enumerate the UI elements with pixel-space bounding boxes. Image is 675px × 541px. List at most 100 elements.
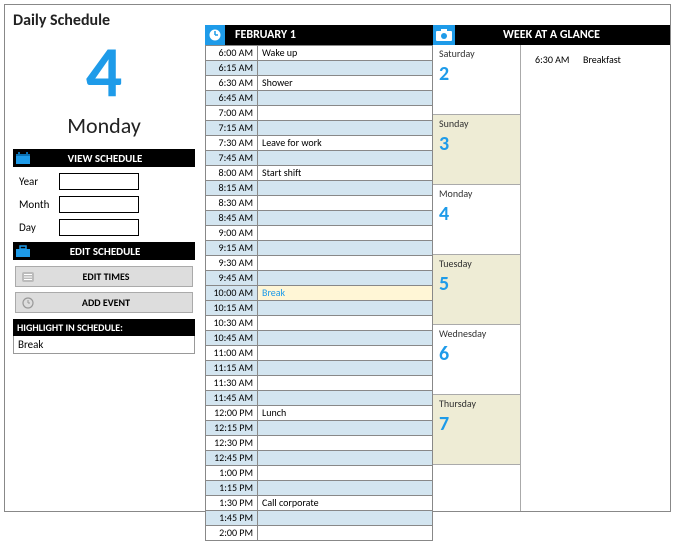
week-days-column: Saturday2Sunday3Monday4 Tuesday 5 Wednesday… <box>433 45 521 511</box>
week-day[interactable]: Tuesday 5 <box>433 255 520 325</box>
schedule-row[interactable]: 1:30 PMCall corporate <box>206 496 433 511</box>
schedule-event <box>258 481 433 496</box>
toolbox-icon <box>15 244 31 258</box>
camera-icon <box>433 25 455 45</box>
week-events-column: 6:30 AM Breakfast <box>521 45 670 511</box>
highlight-value[interactable]: Break <box>13 336 195 354</box>
schedule-row[interactable]: 1:45 PM <box>206 511 433 526</box>
schedule-row[interactable]: 7:00 AM <box>206 106 433 121</box>
schedule-event <box>258 421 433 436</box>
schedule-time: 9:30 AM <box>206 256 258 271</box>
week-glance-header: WEEK AT A GLANCE <box>433 25 670 45</box>
edit-times-button[interactable]: EDIT TIMES <box>15 266 193 287</box>
schedule-event <box>258 211 433 226</box>
week-day-number: 4 <box>439 202 514 226</box>
day-row: Day <box>19 219 195 236</box>
schedule-time: 7:15 AM <box>206 121 258 136</box>
schedule-row[interactable]: 6:15 AM <box>206 61 433 76</box>
schedule-time: 1:00 PM <box>206 466 258 481</box>
week-day-name: Saturday <box>439 47 514 60</box>
day-label: Day <box>19 221 59 234</box>
schedule-row[interactable]: 11:30 AM <box>206 376 433 391</box>
schedule-time: 6:15 AM <box>206 61 258 76</box>
schedule-event <box>258 91 433 106</box>
edit-schedule-header: EDIT SCHEDULE <box>13 242 195 260</box>
schedule-time: 11:30 AM <box>206 376 258 391</box>
schedule-time: 8:45 AM <box>206 211 258 226</box>
schedule-event <box>258 346 433 361</box>
schedule-row[interactable]: 12:15 PM <box>206 421 433 436</box>
schedule-event <box>258 451 433 466</box>
schedule-row[interactable]: 9:30 AM <box>206 256 433 271</box>
schedule-time: 11:00 AM <box>206 346 258 361</box>
schedule-row[interactable]: 9:15 AM <box>206 241 433 256</box>
schedule-event <box>258 391 433 406</box>
week-event-label: Breakfast <box>583 53 621 66</box>
day-input[interactable] <box>59 219 139 236</box>
schedule-row[interactable]: 7:15 AM <box>206 121 433 136</box>
schedule-event: Leave for work <box>258 136 433 151</box>
schedule-time: 9:15 AM <box>206 241 258 256</box>
schedule-row[interactable]: 12:00 PMLunch <box>206 406 433 421</box>
schedule-event <box>258 511 433 526</box>
schedule-row[interactable]: 9:00 AM <box>206 226 433 241</box>
schedule-row[interactable]: 10:30 AM <box>206 316 433 331</box>
year-input[interactable] <box>59 173 139 190</box>
schedule-row[interactable]: 10:00 AMBreak <box>206 286 433 301</box>
schedule-event: Shower <box>258 76 433 91</box>
schedule-row[interactable]: 2:00 PM <box>206 526 433 541</box>
schedule-row[interactable]: 12:30 PM <box>206 436 433 451</box>
week-day-number: 5 <box>439 272 514 296</box>
schedule-time: 1:15 PM <box>206 481 258 496</box>
schedule-time: 8:15 AM <box>206 181 258 196</box>
month-row: Month <box>19 196 195 213</box>
week-day-name: Thursday <box>439 397 514 410</box>
day-schedule-panel: FEBRUARY 1 6:00 AMWake up6:15 AM6:30 AMS… <box>205 5 433 511</box>
schedule-time: 12:30 PM <box>206 436 258 451</box>
schedule-row[interactable]: 11:00 AM <box>206 346 433 361</box>
app-container: Daily Schedule 4 Monday VIEW SCHEDULE Ye… <box>4 4 671 512</box>
schedule-row[interactable]: 8:00 AMStart shift <box>206 166 433 181</box>
schedule-row[interactable]: 11:45 AM <box>206 391 433 406</box>
add-event-button[interactable]: ADD EVENT <box>15 292 193 313</box>
schedule-event <box>258 361 433 376</box>
week-day[interactable]: Monday4 <box>433 185 520 255</box>
schedule-time: 7:00 AM <box>206 106 258 121</box>
schedule-time: 6:45 AM <box>206 91 258 106</box>
schedule-row[interactable]: 10:15 AM <box>206 301 433 316</box>
schedule-time: 8:30 AM <box>206 196 258 211</box>
week-day-name: Tuesday <box>439 257 514 270</box>
clock-header-icon <box>205 25 225 45</box>
schedule-row[interactable]: 7:45 AM <box>206 151 433 166</box>
schedule-row[interactable]: 6:30 AMShower <box>206 76 433 91</box>
schedule-time: 9:45 AM <box>206 271 258 286</box>
schedule-event <box>258 196 433 211</box>
week-day[interactable]: Wednesday6 <box>433 325 520 395</box>
schedule-row[interactable]: 8:15 AM <box>206 181 433 196</box>
schedule-row[interactable]: 8:45 AM <box>206 211 433 226</box>
schedule-row[interactable]: 6:00 AMWake up <box>206 46 433 61</box>
week-day[interactable]: Sunday3 <box>433 115 520 185</box>
schedule-row[interactable]: 8:30 AM <box>206 196 433 211</box>
highlight-header: HIGHLIGHT IN SCHEDULE: <box>13 319 195 336</box>
schedule-row[interactable]: 12:45 PM <box>206 451 433 466</box>
schedule-time: 2:00 PM <box>206 526 258 541</box>
week-day[interactable]: Thursday7 <box>433 395 520 465</box>
month-input[interactable] <box>59 196 139 213</box>
month-label: Month <box>19 198 59 211</box>
schedule-time: 1:30 PM <box>206 496 258 511</box>
day-schedule-date: FEBRUARY 1 <box>225 28 296 42</box>
schedule-row[interactable]: 7:30 AMLeave for work <box>206 136 433 151</box>
week-day[interactable]: Saturday2 <box>433 45 520 115</box>
schedule-row[interactable]: 9:45 AM <box>206 271 433 286</box>
schedule-event <box>258 436 433 451</box>
schedule-row[interactable]: 11:15 AM <box>206 361 433 376</box>
schedule-row[interactable]: 1:00 PM <box>206 466 433 481</box>
schedule-row[interactable]: 6:45 AM <box>206 91 433 106</box>
schedule-time: 6:30 AM <box>206 76 258 91</box>
schedule-event <box>258 151 433 166</box>
schedule-row[interactable]: 1:15 PM <box>206 481 433 496</box>
schedule-event <box>258 61 433 76</box>
schedule-event: Lunch <box>258 406 433 421</box>
schedule-row[interactable]: 10:45 AM <box>206 331 433 346</box>
